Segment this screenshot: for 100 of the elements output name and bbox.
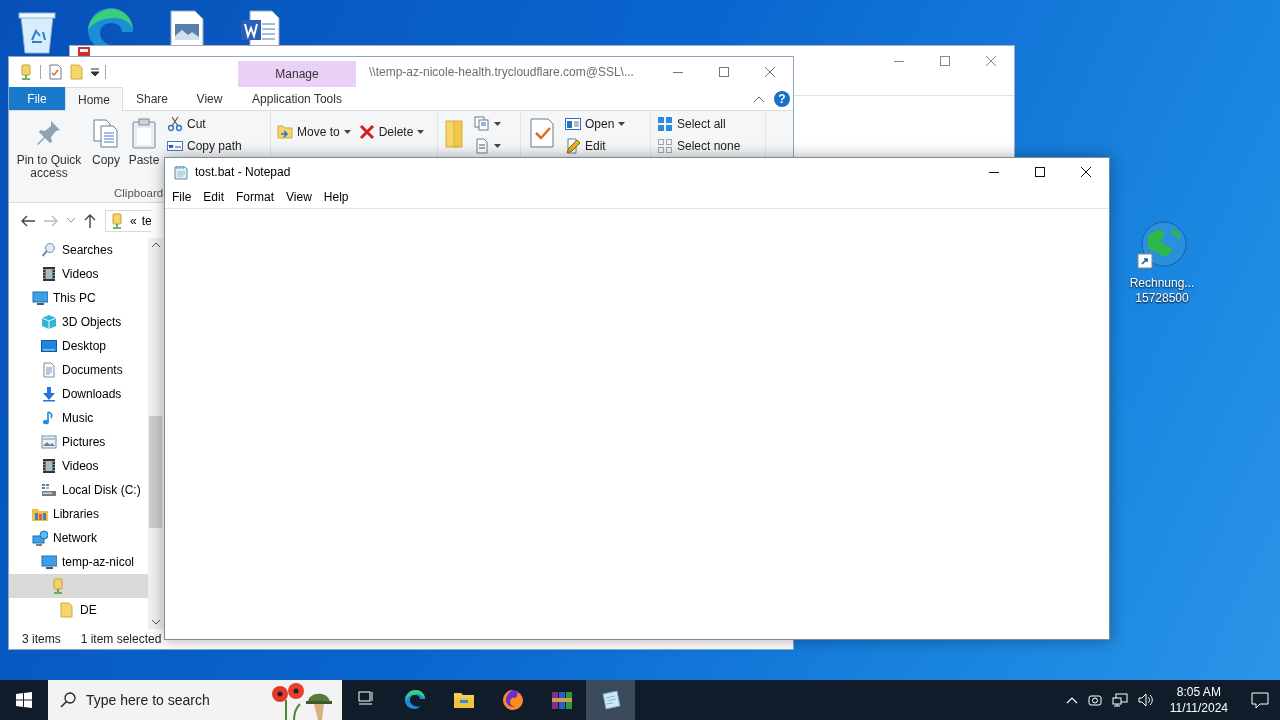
search-box[interactable]: Type here to search [48, 680, 342, 720]
network-share-icon [109, 212, 125, 229]
window-title: tost.bat - Notepad [194, 165, 292, 179]
properties-icon[interactable] [47, 64, 63, 80]
menu-item[interactable]: File [166, 190, 198, 204]
desktop-icon [41, 338, 57, 354]
ribbon-tab[interactable]: View [181, 87, 238, 110]
copy-path-button[interactable]: Copy path [165, 137, 244, 155]
speaker-icon[interactable] [1137, 693, 1154, 707]
monitor-icon [32, 290, 48, 306]
delete-button[interactable]: Delete [356, 123, 427, 141]
menu-item[interactable]: Help [317, 190, 355, 204]
contextual-tab-header: Manage [238, 61, 356, 87]
dropdown-caret-icon [343, 130, 351, 134]
close-icon [765, 67, 775, 77]
select-none-button[interactable]: Select none [655, 137, 743, 155]
ribbon-tab[interactable]: Home [65, 87, 123, 111]
window-icon [565, 116, 581, 132]
search-input[interactable]: Type here to search [86, 692, 236, 708]
open-button[interactable]: Open [563, 115, 628, 133]
move-to-button[interactable]: Move to [275, 123, 353, 141]
windows-logo-icon [16, 692, 32, 708]
document-icon [474, 138, 490, 154]
nav-tree-item[interactable]: Libraries [9, 502, 148, 526]
maximize-icon [1035, 167, 1045, 177]
cut-button[interactable]: Cut [165, 115, 244, 133]
shortcut-label: Rechnung... 15728500 [1129, 276, 1195, 306]
search-icon [60, 692, 76, 708]
pencil-icon [565, 138, 581, 154]
nav-tree-item[interactable]: Documents [9, 358, 148, 382]
notepad-icon [599, 689, 622, 711]
nav-tree-item[interactable]: Pictures [9, 430, 148, 454]
dropdown-caret-icon [494, 144, 501, 148]
recycle-bin-icon [18, 10, 56, 54]
select-all-button[interactable]: Select all [655, 115, 743, 133]
collapse-ribbon-icon[interactable] [754, 95, 764, 102]
download-icon [41, 386, 57, 402]
new-item-button[interactable] [472, 115, 503, 133]
nav-tree-item[interactable]: Desktop [9, 334, 148, 358]
address-bar[interactable]: « te [105, 209, 151, 232]
select-none-icon [657, 138, 673, 154]
scrollbar-thumb[interactable] [149, 416, 162, 528]
paste-button[interactable]: Paste [127, 115, 161, 169]
nav-tree-item[interactable]: Local Disk (C:) [9, 478, 148, 502]
maximize-icon [719, 67, 729, 77]
ribbon-tab[interactable]: Application Tools [238, 87, 356, 110]
back-arrow-icon[interactable] [21, 214, 35, 227]
folder-arrow-icon [277, 124, 293, 140]
menu-item[interactable]: Format [230, 190, 281, 204]
menu-item[interactable]: Edit [197, 190, 231, 204]
recent-caret-icon[interactable] [67, 218, 75, 223]
nav-tree-item[interactable]: Network [9, 526, 148, 550]
maximize-icon [940, 56, 950, 66]
taskbar-app-button[interactable] [586, 680, 635, 720]
drive-icon [41, 482, 57, 498]
dropdown-caret-icon [417, 130, 425, 134]
swirl-icon [403, 689, 426, 711]
file-menu-tab[interactable]: File [9, 87, 65, 110]
customize-caret-icon[interactable] [91, 68, 99, 76]
nav-tree-item[interactable]: 3D Objects [9, 310, 148, 334]
documents-icon [474, 116, 490, 132]
nav-tree-item[interactable]: Videos [9, 262, 148, 286]
notepad-icon [173, 164, 189, 180]
scroll-down-icon [151, 620, 160, 625]
clock[interactable]: 8:05 AM 11/11/2024 [1163, 684, 1234, 716]
search-icon [41, 242, 57, 258]
menu-item[interactable]: View [280, 190, 318, 204]
nav-tree-item[interactable]: DE [9, 598, 148, 622]
speech-bubble-icon [1251, 691, 1269, 709]
nav-tree-item[interactable]: Downloads [9, 382, 148, 406]
ribbon-tab[interactable]: Share [123, 87, 181, 110]
fox-globe-icon [501, 689, 524, 711]
nav-tree-item[interactable]: Music [9, 406, 148, 430]
edit-button[interactable]: Edit [563, 137, 628, 155]
ribbon-group-label: Clipboard [114, 187, 164, 199]
network-share-icon[interactable] [18, 64, 34, 80]
pin-button[interactable]: Pin to Quick access [13, 115, 85, 182]
network-icon[interactable] [1111, 693, 1128, 707]
nav-tree-item[interactable]: temp-az-nicol [9, 550, 148, 574]
network-share-icon [50, 578, 66, 594]
close-icon [1081, 167, 1091, 177]
camera-icon[interactable] [1087, 693, 1102, 707]
scrollbar[interactable] [148, 238, 163, 629]
chevron-up-icon[interactable] [1065, 696, 1078, 704]
window-title: \\temp-az-nicole-health.trycloudflare.com@SSL\... [368, 64, 635, 81]
close-icon [986, 56, 996, 66]
up-arrow-icon[interactable] [84, 213, 96, 228]
film-icon [41, 266, 57, 282]
nav-tree-item[interactable]: Searches [9, 238, 148, 262]
copy-button[interactable]: Copy [89, 115, 123, 169]
picture-icon [41, 434, 57, 450]
nav-tree-item[interactable]: Videos [9, 454, 148, 478]
path-icon [167, 138, 183, 154]
select-all-icon [657, 116, 673, 132]
globe-shortcut-icon[interactable] [1136, 220, 1188, 272]
status-text: 1 item selected [80, 632, 162, 646]
scroll-up-icon [151, 242, 160, 247]
nav-tree-item[interactable]: This PC [9, 286, 148, 310]
dropdown-caret-icon [618, 122, 626, 126]
help-button[interactable]: ? [774, 90, 790, 107]
